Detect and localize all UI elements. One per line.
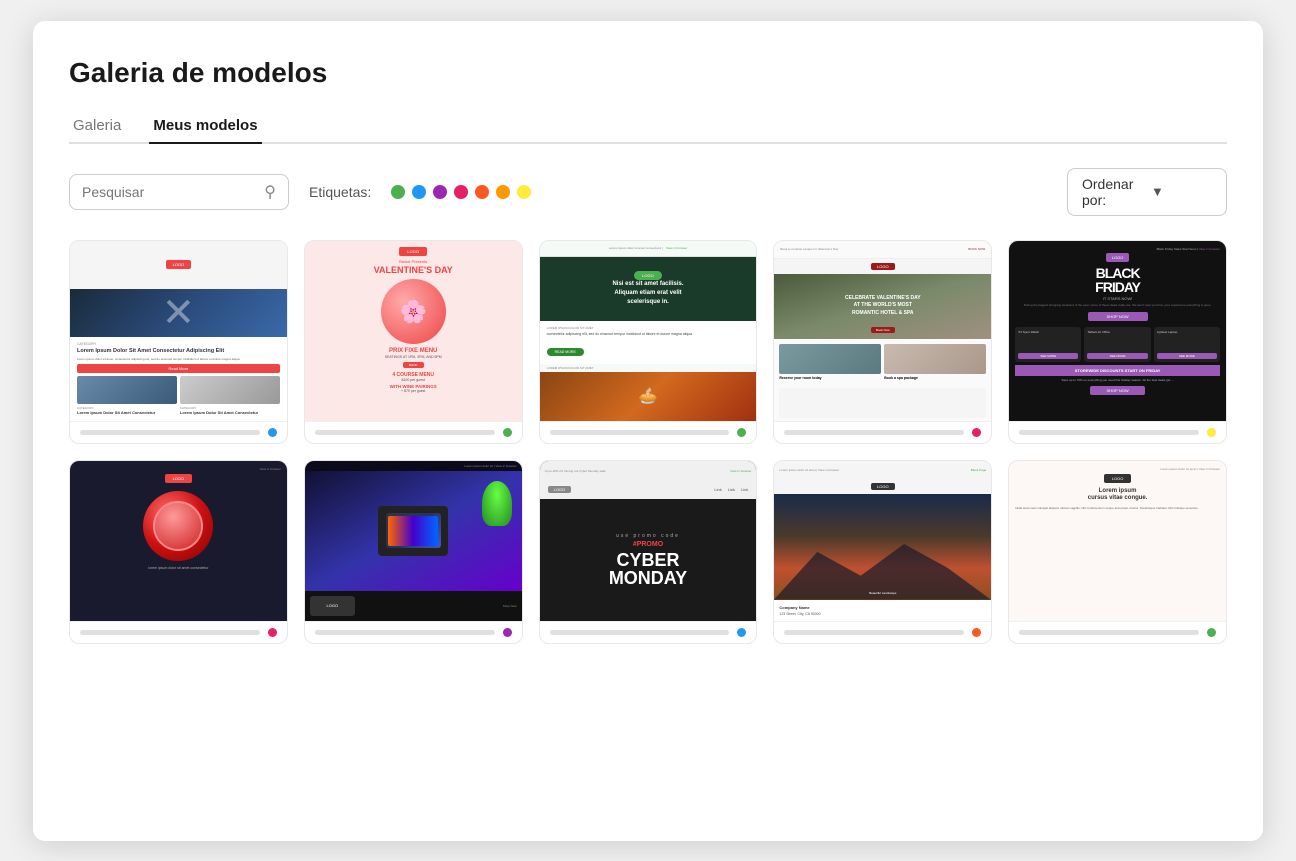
card-preview-valentines: LOGO Bistrót Presents VALENTINE'S DAY 🌸 … <box>305 241 522 421</box>
template-card-dark-promo[interactable]: View in browser LOGO lorem ipsum dolor s… <box>69 460 288 644</box>
page-title: Galeria de modelos <box>69 57 1227 89</box>
card-preview-tech-product: Lorem ipsum dolor sit | View in browser … <box>305 461 522 621</box>
card-footer-valentine-hotel <box>774 421 991 443</box>
card-dot <box>503 428 512 437</box>
template-grid-row1: LOGO CATEGORY Lorem Ipsum Dolor Sit Amet… <box>69 240 1227 444</box>
card-preview-editorial: LOGO CATEGORY Lorem Ipsum Dolor Sit Amet… <box>70 241 287 421</box>
chevron-down-icon: ▼ <box>1151 184 1212 199</box>
card-footer-landscape <box>774 621 991 643</box>
search-icon: ⚲ <box>264 182 276 202</box>
tab-galeria[interactable]: Galeria <box>69 109 125 144</box>
template-grid-row2: View in browser LOGO lorem ipsum dolor s… <box>69 460 1227 644</box>
card-dot <box>972 428 981 437</box>
card-dot <box>503 628 512 637</box>
card-dot <box>737 628 746 637</box>
card-footer-food-green <box>540 421 757 443</box>
card-dot <box>268 628 277 637</box>
tag-dot-amber[interactable] <box>496 185 510 199</box>
template-card-food-green[interactable]: Lorem ipsum dolor sit amet consectetur |… <box>539 240 758 444</box>
cyber-monday-text: CYBERMONDAY <box>609 551 687 587</box>
preview-editorial: LOGO CATEGORY Lorem Ipsum Dolor Sit Amet… <box>70 241 287 421</box>
tab-meus-modelos[interactable]: Meus modelos <box>149 109 261 144</box>
card-footer-editorial <box>70 421 287 443</box>
sort-dropdown[interactable]: Ordenar por: ▼ <box>1067 168 1227 216</box>
template-card-landscape[interactable]: Lorem ipsum dolor sit amet | View in bro… <box>773 460 992 644</box>
card-footer-minimal <box>1009 621 1226 643</box>
template-card-black-friday[interactable]: Black Friday Sales Start Soon | View in … <box>1008 240 1227 444</box>
card-dot <box>268 428 277 437</box>
card-preview-dark-promo: View in browser LOGO lorem ipsum dolor s… <box>70 461 287 621</box>
tag-dots <box>391 185 531 199</box>
search-input[interactable] <box>82 184 256 200</box>
toolbar: ⚲ Etiquetas: Ordenar por: ▼ <box>69 168 1227 216</box>
card-preview-cyber-monday: Up to 40% off. During our Cyber Monday s… <box>540 461 757 621</box>
sort-label: Ordenar por: <box>1082 176 1143 208</box>
card-dot <box>1207 428 1216 437</box>
tags-label: Etiquetas: <box>309 184 371 200</box>
card-preview-black-friday: Black Friday Sales Start Soon | View in … <box>1009 241 1226 421</box>
template-card-valentine-hotel[interactable]: Book a romantic escape for Valentine's D… <box>773 240 992 444</box>
tag-dot-pink[interactable] <box>454 185 468 199</box>
main-window: Galeria de modelos Galeria Meus modelos … <box>33 21 1263 841</box>
tag-dot-blue[interactable] <box>412 185 426 199</box>
template-card-cyber-monday[interactable]: Up to 40% off. During our Cyber Monday s… <box>539 460 758 644</box>
card-preview-minimal: Lorem ipsum dolor sit amet | View in bro… <box>1009 461 1226 621</box>
card-footer-cyber-monday <box>540 621 757 643</box>
card-preview-food-green: Lorem ipsum dolor sit amet consectetur |… <box>540 241 757 421</box>
card-dot <box>737 428 746 437</box>
card-footer-dark-promo <box>70 621 287 643</box>
template-card-editorial[interactable]: LOGO CATEGORY Lorem Ipsum Dolor Sit Amet… <box>69 240 288 444</box>
template-card-tech-product[interactable]: Lorem ipsum dolor sit | View in browser … <box>304 460 523 644</box>
card-footer-tech-product <box>305 621 522 643</box>
tag-dot-orange[interactable] <box>475 185 489 199</box>
tab-bar: Galeria Meus modelos <box>69 109 1227 144</box>
card-preview-landscape: Lorem ipsum dolor sit amet | View in bro… <box>774 461 991 621</box>
card-footer-valentines <box>305 421 522 443</box>
tag-dot-purple[interactable] <box>433 185 447 199</box>
card-preview-valentine-hotel: Book a romantic escape for Valentine's D… <box>774 241 991 421</box>
search-box[interactable]: ⚲ <box>69 174 289 210</box>
template-card-minimal[interactable]: Lorem ipsum dolor sit amet | View in bro… <box>1008 460 1227 644</box>
tag-dot-green[interactable] <box>391 185 405 199</box>
card-dot <box>1207 628 1216 637</box>
card-dot <box>972 628 981 637</box>
template-card-valentines[interactable]: LOGO Bistrót Presents VALENTINE'S DAY 🌸 … <box>304 240 523 444</box>
card-footer-black-friday <box>1009 421 1226 443</box>
tag-dot-yellow[interactable] <box>517 185 531 199</box>
